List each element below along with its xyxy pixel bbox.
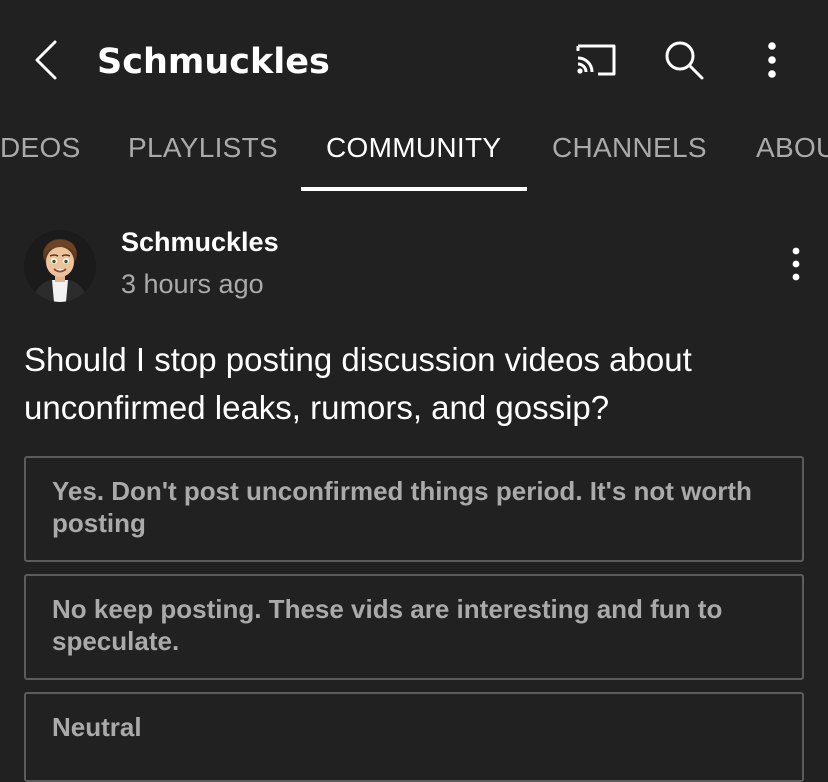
tab-videos[interactable]: DEOS — [0, 122, 81, 192]
avatar-cartoon-icon — [24, 230, 96, 302]
post-menu-button[interactable] — [774, 240, 818, 288]
active-tab-indicator — [301, 187, 527, 191]
poll-option[interactable]: Neutral — [24, 692, 804, 782]
tab-community[interactable]: COMMUNITY — [326, 122, 501, 192]
post-author-name[interactable]: Schmuckles — [121, 224, 279, 260]
post-timestamp: 3 hours ago — [121, 269, 264, 299]
more-vertical-icon — [792, 247, 800, 281]
tab-channels[interactable]: CHANNELS — [552, 122, 707, 192]
poll-option[interactable]: No keep posting. These vids are interest… — [24, 574, 804, 680]
back-button[interactable] — [22, 36, 70, 84]
poll-option[interactable]: Yes. Don't post unconfirmed things perio… — [24, 456, 804, 562]
cast-button[interactable] — [572, 36, 620, 84]
more-options-button[interactable] — [748, 36, 796, 84]
avatar[interactable] — [24, 230, 96, 302]
back-arrow-icon — [35, 40, 57, 80]
post-header: Schmuckles 3 hours ago — [0, 220, 828, 310]
search-button[interactable] — [660, 36, 708, 84]
search-icon — [665, 41, 704, 80]
channel-tabs: DEOS PLAYLISTS COMMUNITY CHANNELS ABOU — [0, 122, 828, 192]
more-vertical-icon — [768, 42, 776, 78]
top-app-bar: Schmuckles — [0, 0, 828, 122]
cast-icon — [576, 44, 616, 76]
tab-about[interactable]: ABOU — [756, 122, 828, 192]
channel-title: Schmuckles — [97, 42, 330, 82]
poll-question: Should I stop posting discussion videos … — [24, 341, 692, 426]
tab-playlists[interactable]: PLAYLISTS — [128, 122, 278, 192]
